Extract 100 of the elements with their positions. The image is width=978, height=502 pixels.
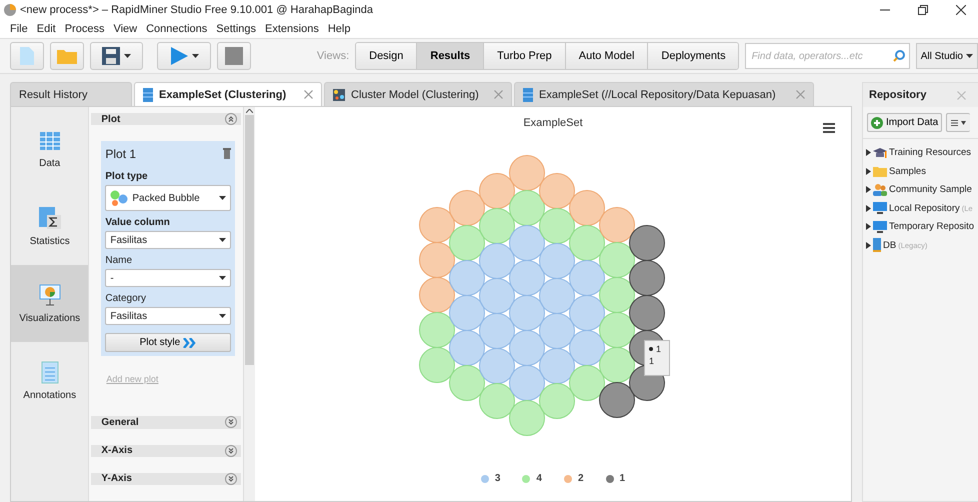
- document-icon: [40, 360, 60, 384]
- bubble[interactable]: [628, 225, 665, 261]
- legend-item[interactable]: 2: [564, 473, 584, 484]
- view-tab[interactable]: Design: [356, 43, 418, 69]
- caret-down-icon: [124, 54, 132, 58]
- menu-item[interactable]: Extensions: [265, 23, 319, 35]
- menu-icon[interactable]: [822, 123, 835, 133]
- bubble[interactable]: [628, 260, 665, 296]
- bubbles-icon: [110, 190, 128, 206]
- tooltip: 1 1: [644, 340, 670, 376]
- import-data-button[interactable]: Import Data: [867, 113, 942, 132]
- document-icon: [20, 47, 34, 65]
- close-icon: [957, 90, 966, 100]
- sum-table-icon: [38, 206, 62, 230]
- legend-item[interactable]: 4: [522, 473, 542, 484]
- expand-arrow-icon: [866, 149, 871, 156]
- menu-item[interactable]: Connections: [146, 23, 208, 35]
- result-tab[interactable]: ExampleSet (Clustering): [134, 82, 322, 106]
- dropdown[interactable]: Fasilitas: [105, 307, 232, 326]
- bubble[interactable]: [628, 295, 665, 331]
- result-tab[interactable]: Cluster Model (Clustering): [324, 82, 512, 106]
- options-menu-button[interactable]: [946, 113, 970, 132]
- table-icon: [143, 88, 153, 102]
- scroll-up-icon: [246, 109, 254, 113]
- dropdown[interactable]: Packed Bubble: [105, 185, 232, 212]
- double-chevron-icon: [183, 338, 198, 348]
- view-nav-item[interactable]: Statistics: [11, 188, 88, 265]
- field-label: Value column: [105, 217, 170, 228]
- legend-item[interactable]: 3: [480, 473, 500, 484]
- legend-item[interactable]: 1: [606, 473, 626, 484]
- expand-arrow-icon: [866, 186, 871, 194]
- field-label: Category: [105, 293, 146, 304]
- expand-arrow-icon: [866, 242, 871, 249]
- caret-down-icon: [966, 54, 973, 58]
- section-title: X-Axis: [101, 445, 133, 456]
- trash-icon: [223, 147, 232, 160]
- collapse-icon: [225, 113, 238, 126]
- stop-button[interactable]: [217, 42, 251, 70]
- menu-item[interactable]: File: [10, 23, 28, 35]
- plus-icon: [871, 116, 883, 128]
- close-icon: [494, 90, 503, 99]
- result-tab[interactable]: Result History: [10, 82, 132, 106]
- database-icon: [873, 238, 881, 252]
- menu-item[interactable]: Settings: [216, 23, 256, 35]
- caret-down-icon: [192, 54, 199, 58]
- caret-down-icon: [219, 276, 226, 280]
- table-icon: [38, 130, 61, 152]
- close-icon: [304, 90, 313, 99]
- expand-icon: [225, 416, 238, 428]
- open-button[interactable]: [50, 42, 84, 70]
- repository-item[interactable]: Samples: [866, 164, 978, 179]
- table-icon: [523, 88, 533, 102]
- field-label: Name: [105, 255, 132, 266]
- close-icon: [956, 5, 966, 15]
- minimize-icon: [880, 9, 890, 11]
- section-title: Y-Axis: [101, 473, 132, 484]
- expand-icon: [225, 444, 238, 457]
- view-tab[interactable]: Auto Model: [566, 43, 648, 69]
- app-logo-icon: [4, 4, 16, 16]
- cluster-icon: [333, 88, 345, 100]
- menu-item[interactable]: Edit: [36, 23, 56, 35]
- caret-down-icon: [219, 238, 226, 242]
- view-nav-item[interactable]: Annotations: [11, 342, 88, 419]
- people-icon: [873, 184, 887, 196]
- play-icon: [170, 47, 188, 65]
- menu-item[interactable]: Help: [328, 23, 350, 35]
- caret-down-icon: [219, 196, 226, 200]
- bubble[interactable]: [598, 382, 635, 418]
- expand-arrow-icon: [866, 223, 871, 230]
- dropdown[interactable]: Fasilitas: [105, 231, 232, 250]
- view-tab[interactable]: Turbo Prep: [484, 43, 566, 69]
- folder-icon: [873, 166, 887, 177]
- repository-item[interactable]: Community Sample: [866, 182, 978, 198]
- search-box[interactable]: Find data, operators...etc: [744, 43, 910, 69]
- expand-arrow-icon: [866, 204, 871, 212]
- plot-style-button[interactable]: Plot style: [105, 333, 232, 352]
- repository-item[interactable]: Training Resources: [866, 145, 978, 160]
- menu-icon: [950, 120, 967, 126]
- menu-item[interactable]: Process: [64, 23, 104, 35]
- dropdown[interactable]: -: [105, 269, 232, 288]
- view-nav-item[interactable]: Data: [11, 111, 88, 188]
- save-button[interactable]: [90, 42, 144, 70]
- result-tab[interactable]: ExampleSet (//Local Repository/Data Kepuasan): [514, 82, 814, 106]
- close-icon: [796, 90, 805, 99]
- folder-icon: [56, 48, 77, 64]
- scope-dropdown[interactable]: All Studio: [916, 43, 978, 69]
- run-button[interactable]: [157, 42, 212, 70]
- menu-item[interactable]: View: [113, 23, 138, 35]
- scrollbar-thumb[interactable]: [245, 115, 254, 365]
- chart-title: ExampleSet: [523, 117, 583, 131]
- search-icon: [892, 50, 905, 62]
- caret-down-icon: [219, 314, 226, 318]
- new-process-button[interactable]: [10, 42, 44, 70]
- repository-item[interactable]: Temporary Reposito: [866, 219, 978, 234]
- stop-icon: [225, 47, 243, 65]
- monitor-icon: [873, 202, 887, 214]
- field-label: Plot type: [105, 171, 148, 182]
- view-nav-item[interactable]: Visualizations: [11, 265, 88, 342]
- view-tab[interactable]: Results: [417, 43, 484, 69]
- view-tab[interactable]: Deployments: [648, 43, 738, 69]
